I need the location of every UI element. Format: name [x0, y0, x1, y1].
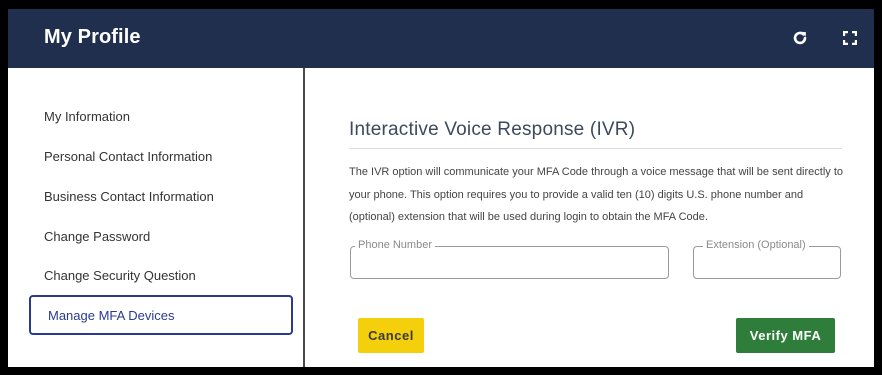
phone-number-input[interactable]	[359, 255, 660, 273]
sidebar-item-my-information[interactable]: My Information	[44, 109, 130, 124]
sidebar-item-personal-contact[interactable]: Personal Contact Information	[44, 149, 212, 164]
cancel-button[interactable]: Cancel	[358, 318, 424, 353]
page-title: My Profile	[44, 26, 141, 48]
ivr-description: The IVR option will communicate your MFA…	[349, 166, 844, 223]
extension-input[interactable]	[702, 255, 832, 273]
phone-number-field[interactable]: Phone Number	[350, 239, 669, 279]
sidebar-item-manage-mfa-devices[interactable]: Manage MFA Devices	[29, 295, 293, 335]
sidebar-item-change-security-question[interactable]: Change Security Question	[44, 268, 196, 283]
section-heading: Interactive Voice Response (IVR)	[349, 119, 636, 140]
sidebar-nav: My Information Personal Contact Informat…	[8, 68, 305, 367]
refresh-icon[interactable]	[789, 27, 811, 49]
sidebar-item-business-contact[interactable]: Business Contact Information	[44, 189, 214, 204]
phone-number-label: Phone Number	[355, 239, 435, 251]
verify-mfa-button[interactable]: Verify MFA	[736, 318, 835, 353]
sidebar-item-change-password[interactable]: Change Password	[44, 229, 150, 244]
extension-field[interactable]: Extension (Optional)	[693, 239, 841, 279]
main-panel: Interactive Voice Response (IVR) The IVR…	[307, 68, 874, 367]
header-bar: My Profile	[8, 9, 874, 68]
fullscreen-icon[interactable]	[839, 27, 861, 49]
heading-divider	[349, 148, 842, 149]
extension-label: Extension (Optional)	[703, 239, 809, 251]
